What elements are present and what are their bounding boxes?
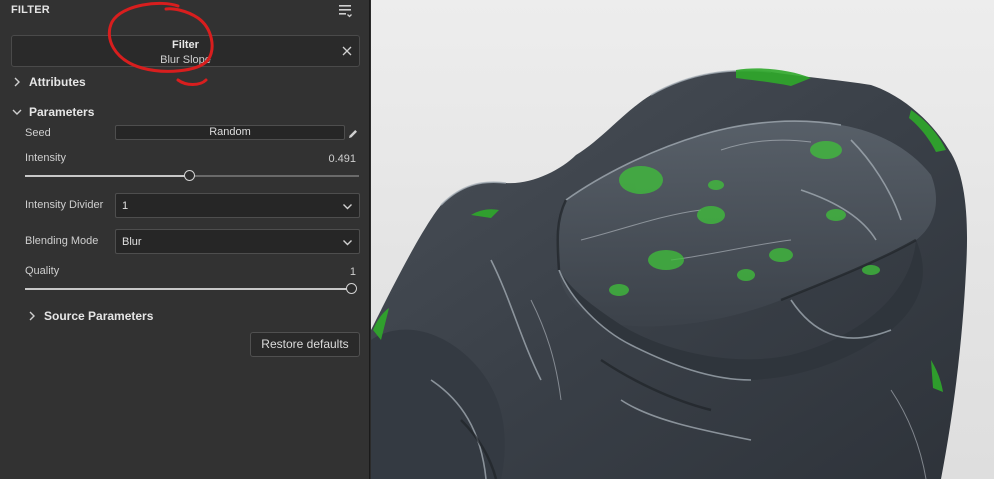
restore-defaults-button[interactable]: Restore defaults	[250, 332, 360, 357]
section-source-parameters[interactable]: Source Parameters	[26, 307, 153, 325]
intensity-slider-thumb[interactable]	[183, 170, 195, 181]
panel-header: FILTER	[0, 0, 370, 24]
section-parameters[interactable]: Parameters	[11, 103, 94, 121]
chevron-down-icon	[343, 240, 352, 246]
quality-slider-fill	[25, 288, 351, 290]
layer-name: Blur Slope	[160, 54, 211, 66]
app-root: FILTER Filter Blur Slope Attributes Para…	[0, 0, 994, 479]
properties-panel: FILTER Filter Blur Slope Attributes Para…	[0, 0, 370, 479]
seed-label: Seed	[25, 127, 51, 139]
blending-mode-value: Blur	[122, 236, 142, 248]
section-parameters-label: Parameters	[29, 105, 95, 119]
intensity-label: Intensity	[25, 152, 66, 164]
blending-mode-dropdown[interactable]: Blur	[115, 229, 360, 254]
intensity-divider-value: 1	[122, 200, 129, 212]
chevron-down-icon	[12, 109, 22, 115]
rock-mesh-render	[371, 68, 968, 479]
intensity-divider-dropdown[interactable]: 1	[115, 193, 360, 218]
quality-slider-thumb[interactable]	[346, 283, 357, 294]
close-icon[interactable]	[340, 44, 354, 58]
chevron-right-icon	[29, 311, 35, 321]
quality-slider[interactable]	[25, 283, 357, 294]
chevron-down-icon	[343, 204, 352, 210]
panel-title: FILTER	[11, 4, 50, 16]
chevron-right-icon	[14, 77, 20, 87]
intensity-slider-fill	[25, 175, 189, 177]
list-menu-icon[interactable]	[337, 3, 355, 19]
section-attributes-label: Attributes	[29, 75, 86, 89]
pencil-icon[interactable]	[347, 127, 359, 139]
section-attributes[interactable]: Attributes	[11, 73, 86, 91]
seed-random-button[interactable]: Random	[115, 125, 345, 140]
section-source-parameters-label: Source Parameters	[44, 309, 154, 323]
layer-card[interactable]: Filter Blur Slope	[11, 35, 360, 67]
intensity-divider-label: Intensity Divider	[25, 199, 104, 211]
intensity-slider[interactable]	[25, 170, 359, 181]
layer-type-label: Filter	[172, 39, 199, 51]
intensity-value: 0.491	[328, 153, 356, 165]
quality-label: Quality	[25, 265, 60, 277]
quality-value: 1	[349, 266, 356, 278]
blending-mode-label: Blending Mode	[25, 235, 99, 247]
3d-viewport[interactable]	[371, 0, 994, 479]
